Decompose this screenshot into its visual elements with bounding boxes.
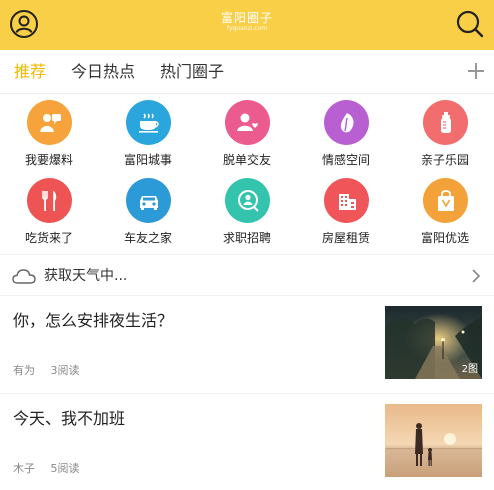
- article-title[interactable]: 今天、我不加班: [13, 408, 125, 430]
- search-icon[interactable]: [455, 9, 485, 39]
- category-label: 求职招聘: [222, 231, 271, 245]
- category-emotion[interactable]: 情感空间: [297, 96, 395, 172]
- category-dating[interactable]: 脱单交友: [198, 96, 296, 172]
- shopping-bag-icon: [423, 178, 468, 223]
- article-item[interactable]: 今天、我不加班 木子 5阅读: [0, 396, 494, 490]
- chevron-right-icon[interactable]: [470, 268, 482, 284]
- leaf-heart-icon: [324, 100, 369, 145]
- article-item[interactable]: 你，怎么安排夜生活？ 有为 3阅读 2图: [0, 298, 494, 394]
- weather-bar[interactable]: 获取天气中...: [0, 254, 494, 296]
- category-label: 亲子乐园: [420, 153, 469, 167]
- car-icon: [126, 178, 171, 223]
- tab-hot-circles[interactable]: 热门圈子: [160, 62, 224, 82]
- category-shop[interactable]: 富阳优选: [396, 174, 494, 250]
- article-read-count: 3阅读: [50, 364, 80, 377]
- article-meta: 木子 5阅读: [13, 462, 92, 476]
- category-car[interactable]: 车友之家: [99, 174, 197, 250]
- logo-title: 富阳圈子: [220, 11, 273, 25]
- fork-knife-icon: [27, 178, 72, 223]
- article-author: 有为: [13, 364, 35, 377]
- category-label: 富阳城事: [123, 153, 172, 167]
- category-label: 吃货来了: [24, 231, 73, 245]
- add-tab-icon[interactable]: [467, 62, 485, 80]
- article-meta: 有为 3阅读: [13, 364, 92, 378]
- weather-status-text: 获取天气中...: [44, 268, 128, 284]
- coffee-cup-icon: [126, 100, 171, 145]
- night-street-image[interactable]: 2图: [385, 306, 482, 379]
- top-bar: 富阳圈子 fyquanzi.com: [0, 0, 494, 50]
- article-title[interactable]: 你，怎么安排夜生活？: [13, 310, 173, 332]
- category-label: 我要爆料: [24, 153, 73, 167]
- building-icon: [324, 178, 369, 223]
- baby-bottle-icon: [423, 100, 468, 145]
- category-reporter[interactable]: 我要爆料: [0, 96, 98, 172]
- category-label: 富阳优选: [420, 231, 469, 245]
- category-label: 车友之家: [123, 231, 172, 245]
- job-search-icon: [225, 178, 270, 223]
- category-parenting[interactable]: 亲子乐园: [396, 96, 494, 172]
- article-author: 木子: [13, 462, 35, 475]
- category-label: 房屋租赁: [321, 231, 370, 245]
- beach-sunset-image[interactable]: [385, 404, 482, 477]
- tab-recommend[interactable]: 推荐: [14, 62, 46, 82]
- tab-today-hot[interactable]: 今日热点: [71, 62, 135, 82]
- category-grid: 我要爆料 富阳城事 脱单交友 情感空间 亲子乐园 吃货来了 车友之家 求职招聘 …: [0, 96, 494, 252]
- category-food[interactable]: 吃货来了: [0, 174, 98, 250]
- category-label: 脱单交友: [222, 153, 271, 167]
- tab-bar: 推荐 今日热点 热门圈子: [0, 50, 494, 94]
- category-city-news[interactable]: 富阳城事: [99, 96, 197, 172]
- article-read-count: 5阅读: [50, 462, 80, 475]
- reporter-icon: [27, 100, 72, 145]
- cloud-icon: [12, 268, 36, 284]
- person-heart-icon: [225, 100, 270, 145]
- category-label: 情感空间: [321, 153, 370, 167]
- logo-url: fyquanzi.com: [226, 25, 268, 32]
- category-rental[interactable]: 房屋租赁: [297, 174, 395, 250]
- category-jobs[interactable]: 求职招聘: [198, 174, 296, 250]
- user-profile-icon[interactable]: [9, 9, 39, 39]
- app-logo: 富阳圈子 fyquanzi.com: [212, 11, 282, 33]
- image-count-badge: 2图: [461, 364, 478, 375]
